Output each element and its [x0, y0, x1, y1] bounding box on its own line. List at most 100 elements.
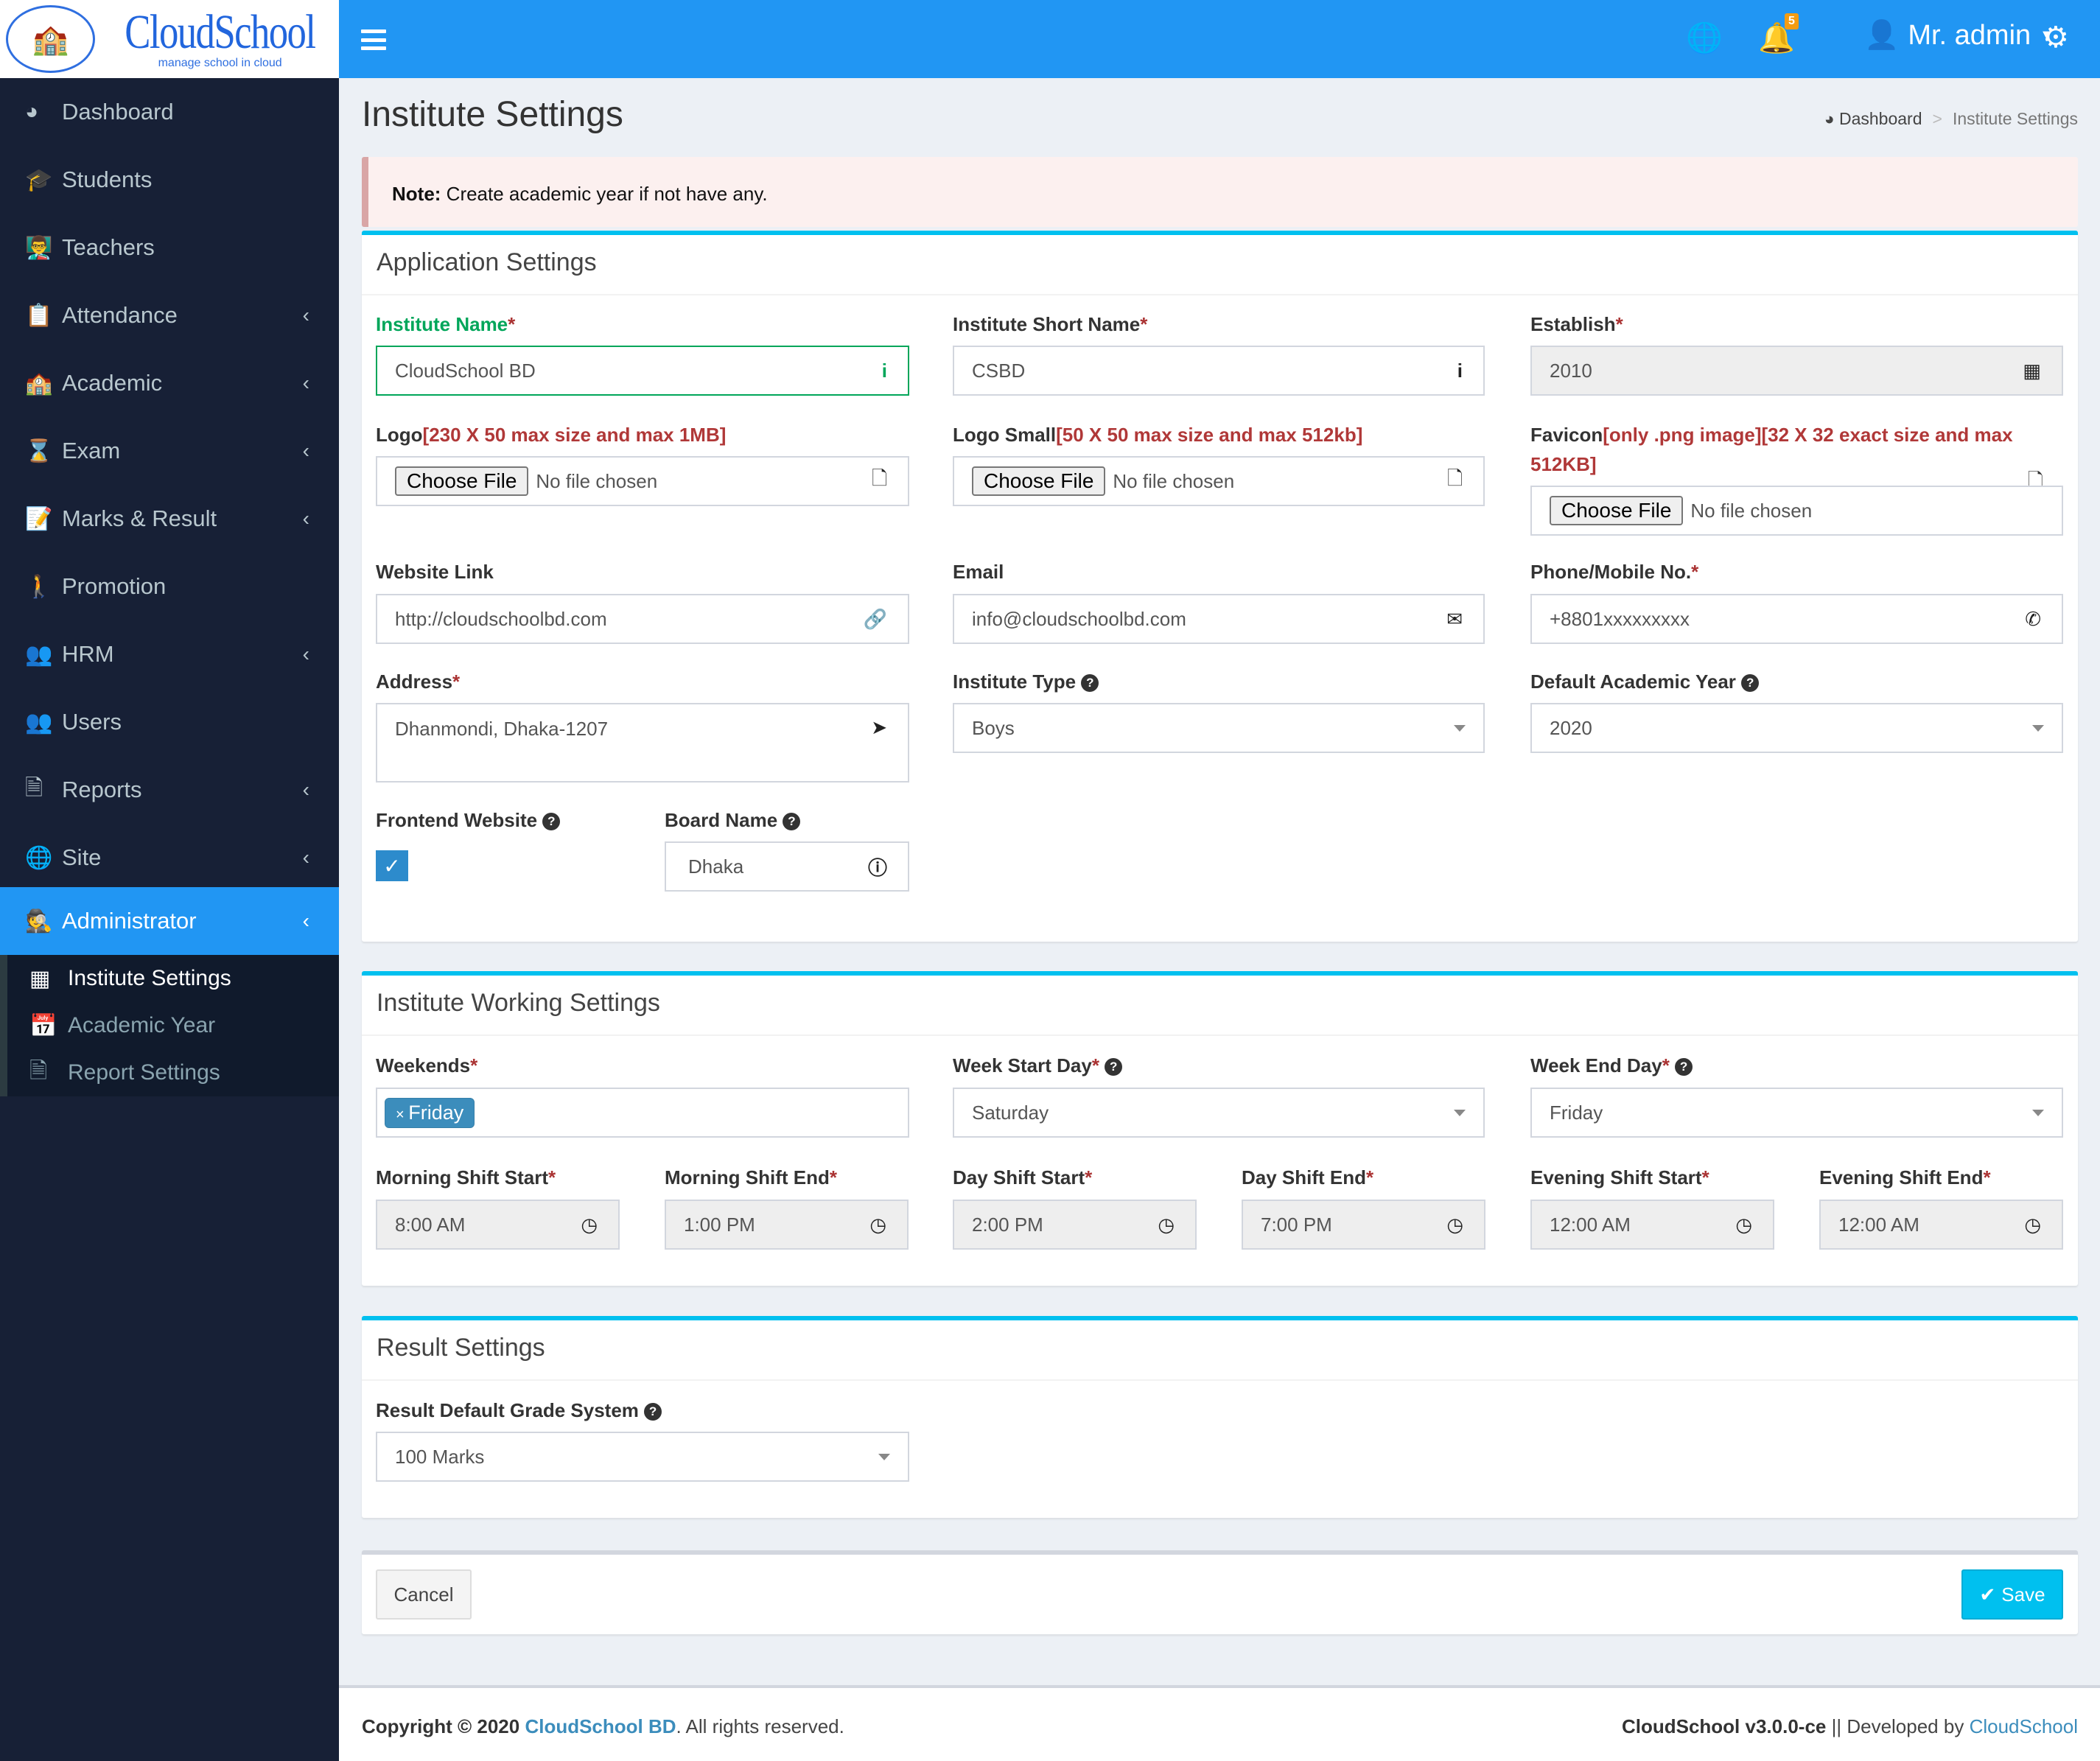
sidebar-item-dashboard[interactable]: ◕ Dashboard	[0, 78, 339, 146]
clock-icon: ◷	[581, 1213, 598, 1236]
sidebar-item-marks-result[interactable]: 📝 Marks & Result ‹	[0, 485, 339, 553]
shift-time-input[interactable]: 8:00 AM ◷	[376, 1200, 620, 1250]
email-input[interactable]: info@cloudschoolbd.com ✉	[953, 594, 1485, 644]
sidebar-item-label: Reports	[62, 777, 142, 802]
shift-label: Morning Shift Start*	[376, 1166, 556, 1188]
help-icon: ?	[1081, 674, 1099, 693]
file-upload-icon: 🗋	[1447, 467, 1463, 489]
box-title: Application Settings	[362, 235, 2078, 295]
box-title: Institute Working Settings	[362, 976, 2078, 1036]
chevron-left-icon: ‹	[302, 846, 309, 869]
week-start-select[interactable]: Saturday	[953, 1088, 1485, 1138]
sidebar-item-students[interactable]: 🎓 Students	[0, 146, 339, 214]
hourglass-icon: ⌛	[25, 438, 53, 463]
sidebar-item-academic[interactable]: 🏫 Academic ‹	[0, 349, 339, 417]
pdf-file-icon: 🗎	[29, 1058, 48, 1083]
sidebar-item-label: Administrator	[62, 908, 197, 934]
submenu-item-institute-settings[interactable]: ▦ Institute Settings	[7, 955, 339, 1002]
help-icon: ?	[542, 813, 561, 831]
sidebar-item-label: Users	[62, 709, 122, 735]
chevron-left-icon: ‹	[302, 643, 309, 665]
link-icon: 🔗	[863, 607, 887, 630]
sidebar-item-label: Dashboard	[62, 99, 174, 125]
pdf-icon: 🗎	[25, 775, 43, 800]
note-callout: Note: Create academic year if not have a…	[362, 157, 2078, 227]
website-input[interactable]: http://cloudschoolbd.com 🔗	[376, 594, 909, 644]
weekend-tag[interactable]: × Friday	[385, 1097, 475, 1128]
save-button[interactable]: ✔ Save	[1961, 1569, 2063, 1620]
choose-file-button[interactable]: Choose File	[972, 466, 1106, 496]
phone-icon: ✆	[2025, 607, 2041, 630]
breadcrumb: ◕ Dashboard > Institute Settings	[1824, 109, 2078, 129]
submenu-item-report-settings[interactable]: 🗎 Report Settings	[7, 1049, 339, 1096]
favicon-label: Favicon[only .png image][32 X 32 exact s…	[1530, 424, 2013, 475]
logo-small-file-input[interactable]: Choose File No file chosen 🗋	[953, 456, 1485, 506]
footer-developer-link[interactable]: CloudSchool	[1970, 1715, 2078, 1737]
globe-icon[interactable]: 🌐	[1686, 21, 1723, 55]
weekends-multiselect[interactable]: × Friday	[376, 1088, 909, 1138]
footer-company-link[interactable]: CloudSchool BD	[525, 1715, 676, 1737]
institute-name-input[interactable]: CloudSchool BD i	[376, 346, 909, 396]
clock-icon: ◷	[2024, 1213, 2041, 1236]
sidebar-item-label: Site	[62, 844, 102, 870]
email-label: Email	[953, 561, 1004, 583]
grade-system-select[interactable]: 100 Marks	[376, 1432, 909, 1482]
clock-icon: ◷	[1735, 1213, 1752, 1236]
help-icon: ?	[1105, 1058, 1123, 1076]
promotion-icon: 🚶	[25, 574, 53, 599]
shift-time-input[interactable]: 2:00 PM ◷	[953, 1200, 1197, 1250]
sidebar-item-label: Marks & Result	[62, 505, 217, 531]
sidebar-item-promotion[interactable]: 🚶 Promotion	[0, 553, 339, 620]
address-textarea[interactable]: Dhanmondi, Dhaka-1207 ➤	[376, 703, 909, 783]
address-label: Address*	[376, 671, 461, 693]
chevron-down-icon	[2032, 1109, 2044, 1116]
sidebar-item-attendance[interactable]: 📋 Attendance ‹	[0, 281, 339, 349]
short-name-input[interactable]: CSBD i	[953, 346, 1485, 396]
help-icon: ?	[1675, 1058, 1693, 1076]
sidebar-item-reports[interactable]: 🗎 Reports ‹	[0, 756, 339, 824]
favicon-file-input[interactable]: Choose File No file chosen	[1530, 486, 2063, 536]
grade-system-label: Result Default Grade System ?	[376, 1396, 662, 1425]
shift-time-input[interactable]: 7:00 PM ◷	[1242, 1200, 1485, 1250]
week-end-select[interactable]: Friday	[1530, 1088, 2063, 1138]
submenu-item-academic-year[interactable]: 📅 Academic Year	[7, 1002, 339, 1049]
info-icon: i	[881, 359, 887, 382]
chevron-down-icon	[1454, 724, 1466, 732]
week-start-label: Week Start Day* ?	[953, 1051, 1123, 1080]
sidebar-item-exam[interactable]: ⌛ Exam ‹	[0, 417, 339, 485]
logo-label: Logo[230 X 50 max size and max 1MB]	[376, 424, 727, 446]
board-name-input[interactable]: Dhaka ⓘ	[665, 841, 909, 892]
choose-file-button[interactable]: Choose File	[395, 466, 529, 496]
sidebar-item-teachers[interactable]: 👨‍🏫 Teachers	[0, 214, 339, 281]
breadcrumb-dashboard[interactable]: ◕ Dashboard	[1824, 109, 1922, 129]
establish-input[interactable]: 2010 ▦	[1530, 346, 2063, 396]
info-circle-icon: ⓘ	[867, 856, 887, 879]
shift-time-input[interactable]: 12:00 AM ◷	[1530, 1200, 1774, 1250]
phone-input[interactable]: +8801xxxxxxxxx ✆	[1530, 594, 2063, 644]
choose-file-button[interactable]: Choose File	[1550, 496, 1684, 525]
sidebar-item-label: Attendance	[62, 302, 178, 328]
clock-icon: ◷	[1158, 1213, 1175, 1236]
academic-year-select[interactable]: 2020	[1530, 703, 2063, 753]
calendar-icon: ▦	[2023, 359, 2041, 382]
sidebar-item-users[interactable]: 👥 Users	[0, 688, 339, 756]
user-menu[interactable]: 👤 Mr. admin ▼	[1864, 19, 2054, 52]
sidebar-item-site[interactable]: 🌐 Site ‹	[0, 824, 339, 892]
app-logo[interactable]: 🏫 CloudSchool manage school in cloud	[0, 0, 339, 78]
shift-time-input[interactable]: 1:00 PM ◷	[665, 1200, 909, 1250]
establish-label: Establish*	[1530, 313, 1623, 335]
sidebar-item-hrm[interactable]: 👥 HRM ‹	[0, 620, 339, 688]
shift-time-input[interactable]: 12:00 AM ◷	[1819, 1200, 2063, 1250]
sidebar-item-administrator[interactable]: 🕵 Administrator ‹	[0, 887, 339, 955]
clock-icon: ◷	[869, 1213, 886, 1236]
menu-toggle-icon[interactable]	[361, 29, 386, 50]
institute-type-select[interactable]: Boys	[953, 703, 1485, 753]
remove-tag-icon[interactable]: ×	[396, 1107, 408, 1123]
gears-icon[interactable]: ⚙	[2043, 21, 2069, 55]
frontend-website-label: Frontend Website ?	[376, 805, 561, 835]
cancel-button[interactable]: Cancel	[376, 1569, 472, 1620]
logo-file-input[interactable]: Choose File No file chosen 🗋	[376, 456, 909, 506]
clipboard-icon: 📋	[25, 303, 53, 328]
frontend-website-checkbox[interactable]: ✓	[376, 850, 408, 881]
institute-type-label: Institute Type ?	[953, 667, 1099, 696]
